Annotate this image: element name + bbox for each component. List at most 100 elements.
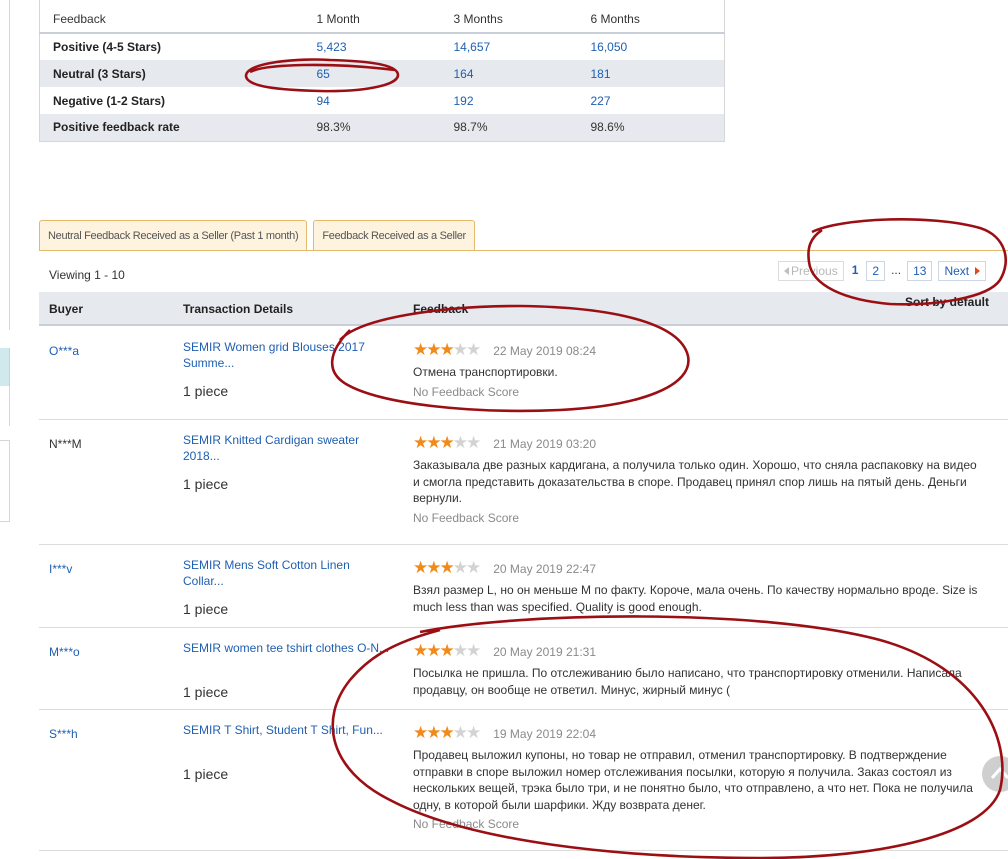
feedback-text: Заказывала две разных кардигана, а получ…	[413, 458, 977, 506]
star-filled-icon: ★	[413, 641, 428, 661]
summary-rate-6m: 98.6%	[577, 114, 725, 141]
quantity: 1 piece	[183, 383, 229, 399]
summary-positive-3m-link[interactable]: 14,657	[454, 40, 491, 54]
star-filled-icon: ★	[426, 340, 441, 360]
star-filled-icon: ★	[426, 723, 441, 743]
feedback-text: Отмена транспортировки.	[413, 365, 558, 380]
pagination-page-last[interactable]: 13	[907, 261, 933, 281]
buyer-link[interactable]: S***h	[49, 727, 78, 741]
summary-header-row: Feedback 1 Month 3 Months 6 Months	[39, 0, 725, 34]
summary-neutral-1m-link[interactable]: 65	[317, 67, 330, 81]
summary-header-feedback: Feedback	[39, 0, 304, 34]
summary-row-positive: Positive (4-5 Stars) 5,423 14,657 16,050	[40, 33, 725, 60]
star-filled-icon: ★	[439, 723, 455, 743]
summary-row-label: Positive feedback rate	[39, 114, 304, 141]
summary-row-rate: Positive feedback rate 98.3% 98.7% 98.6%	[39, 114, 725, 141]
star-empty-icon: ★	[466, 433, 481, 453]
tabs-divider	[39, 250, 1008, 251]
feedback-text: Продавец выложил купоны, но товар не отп…	[413, 748, 973, 812]
feedback-score: No Feedback Score	[413, 510, 520, 525]
product-link[interactable]: SEMIR women tee tshirt clothes O-N...	[183, 640, 393, 656]
quantity: 1 piece	[183, 766, 229, 782]
summary-rate-1m: 98.3%	[303, 114, 441, 141]
buyer-link[interactable]: M***o	[49, 645, 80, 659]
left-panel-edge	[9, 386, 10, 426]
summary-positive-1m-link[interactable]: 5,423	[317, 40, 347, 54]
pagination-ellipsis: ...	[891, 261, 902, 281]
pagination: Previous 1 2 ... 13 Next	[778, 261, 987, 281]
chevron-left-icon	[784, 267, 789, 275]
summary-positive-6m-link[interactable]: 16,050	[591, 40, 628, 54]
summary-row-negative: Negative (1-2 Stars) 94 192 227	[40, 87, 725, 114]
summary-negative-6m-link[interactable]: 227	[591, 94, 611, 108]
pagination-page-1[interactable]: 1	[849, 261, 861, 281]
feedback-row: M***o SEMIR women tee tshirt clothes O-N…	[39, 628, 1008, 710]
summary-neutral-3m-link[interactable]: 164	[454, 67, 474, 81]
summary-header-6-months: 6 Months	[577, 0, 725, 34]
summary-header-3-months: 3 Months	[440, 0, 578, 34]
tab-neutral-feedback[interactable]: Neutral Feedback Received as a Seller (P…	[39, 220, 308, 250]
quantity: 1 piece	[183, 601, 229, 617]
star-empty-icon: ★	[466, 723, 481, 743]
star-empty-icon: ★	[452, 433, 468, 453]
star-filled-icon: ★	[413, 340, 428, 360]
left-panel-edge	[9, 0, 10, 330]
star-empty-icon: ★	[466, 558, 481, 578]
feedback-text: Посылка не пришла. По отслеживанию было …	[413, 666, 962, 697]
star-rating: ★★★★★	[413, 558, 481, 578]
summary-row-label: Positive (4-5 Stars)	[53, 40, 162, 54]
left-panel-highlight	[0, 348, 10, 386]
feedback-score: No Feedback Score	[413, 384, 520, 399]
feedback-summary-table: Feedback 1 Month 3 Months 6 Months Posit…	[39, 0, 725, 142]
chevron-up-icon	[990, 766, 1008, 779]
product-link[interactable]: SEMIR Knitted Cardigan sweater 2018...	[183, 432, 393, 464]
product-link[interactable]: SEMIR Mens Soft Cotton Linen Collar...	[183, 557, 393, 589]
star-rating: ★★★★★	[413, 340, 481, 360]
star-filled-icon: ★	[413, 723, 428, 743]
star-rating: ★★★★★	[413, 641, 481, 661]
star-filled-icon: ★	[413, 433, 428, 453]
quantity: 1 piece	[183, 684, 229, 700]
star-empty-icon: ★	[452, 641, 468, 661]
left-panel-box	[0, 440, 10, 522]
star-filled-icon: ★	[426, 558, 441, 578]
star-empty-icon: ★	[466, 641, 481, 661]
feedback-content: ★★★★★ 22 May 2019 08:24 Отмена транспорт…	[413, 340, 983, 399]
chevron-right-icon	[975, 267, 981, 275]
header-transaction: Transaction Details	[183, 302, 294, 316]
star-filled-icon: ★	[439, 558, 455, 578]
feedback-list-header: Buyer Transaction Details Feedback Sort …	[39, 292, 1008, 326]
pagination-previous-button[interactable]: Previous	[778, 261, 844, 281]
star-rating: ★★★★★	[413, 433, 481, 453]
summary-row-neutral: Neutral (3 Stars) 65 164 181	[39, 60, 725, 87]
summary-rate-3m: 98.7%	[440, 114, 578, 141]
product-link[interactable]: SEMIR Women grid Blouses 2017 Summe...	[183, 339, 393, 371]
feedback-row: I***v SEMIR Mens Soft Cotton Linen Colla…	[39, 545, 1008, 628]
feedback-date: 22 May 2019 08:24	[493, 343, 596, 358]
tab-feedback-as-seller[interactable]: Feedback Received as a Seller	[313, 220, 475, 250]
header-feedback: Feedback	[413, 302, 469, 316]
header-buyer: Buyer	[49, 302, 84, 316]
product-link[interactable]: SEMIR T Shirt, Student T Shirt, Fun...	[183, 722, 393, 738]
feedback-score: No Feedback Score	[413, 817, 520, 832]
previous-label: Previous	[791, 264, 838, 278]
next-label: Next	[944, 264, 970, 278]
summary-negative-1m-link[interactable]: 94	[317, 94, 330, 108]
pagination-page-2[interactable]: 2	[866, 261, 886, 281]
quantity: 1 piece	[183, 476, 229, 492]
buyer-link[interactable]: I***v	[49, 562, 72, 576]
buyer-link[interactable]: O***a	[49, 344, 79, 358]
feedback-date: 21 May 2019 03:20	[493, 436, 596, 451]
summary-neutral-6m-link[interactable]: 181	[591, 67, 611, 81]
summary-negative-3m-link[interactable]: 192	[454, 94, 474, 108]
star-filled-icon: ★	[426, 641, 441, 661]
feedback-date: 20 May 2019 21:31	[493, 644, 596, 659]
star-empty-icon: ★	[452, 723, 468, 743]
feedback-content: ★★★★★ 20 May 2019 21:31 Посылка не пришл…	[413, 641, 983, 698]
star-filled-icon: ★	[426, 433, 441, 453]
star-empty-icon: ★	[452, 340, 468, 360]
sort-dropdown[interactable]: Sort by default	[905, 295, 989, 309]
feedback-tabs: Neutral Feedback Received as a Seller (P…	[39, 220, 475, 250]
star-empty-icon: ★	[466, 340, 481, 360]
pagination-next-button[interactable]: Next	[938, 261, 987, 281]
